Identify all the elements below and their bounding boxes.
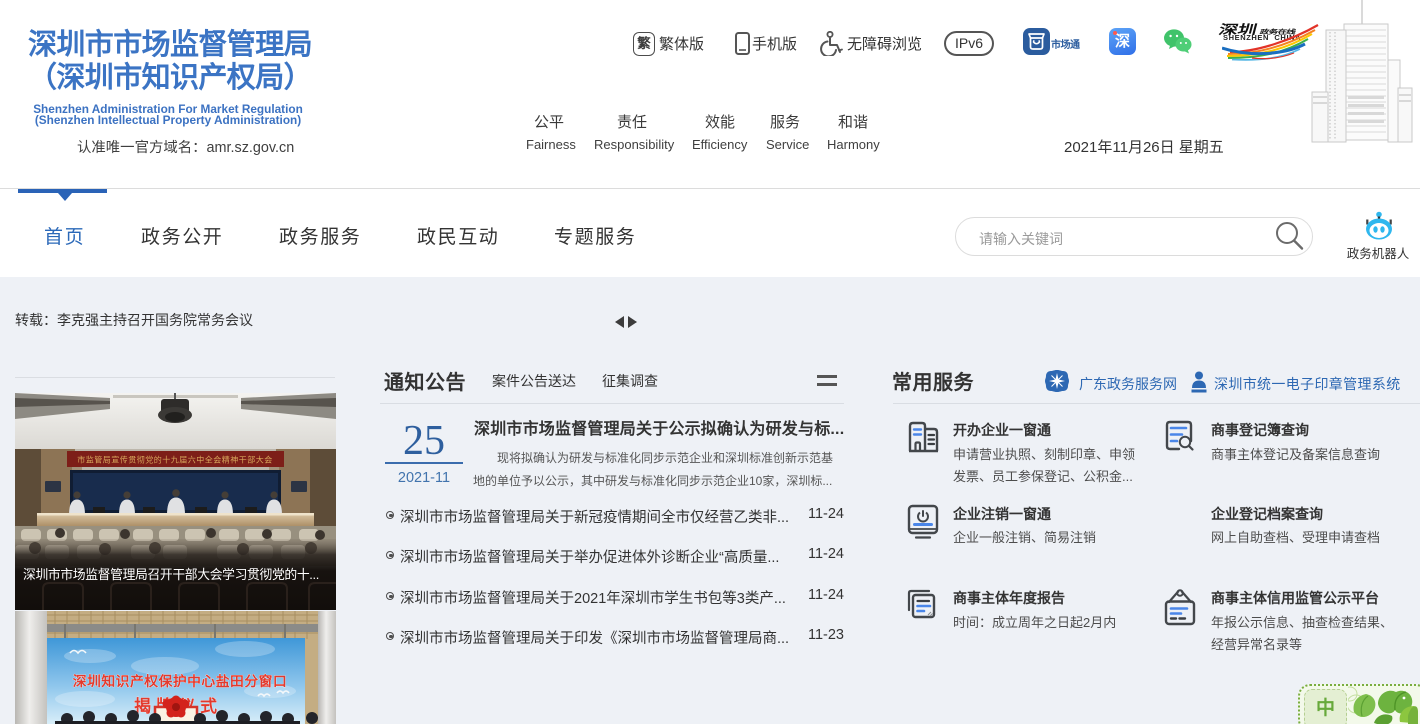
svg-text:市监管局宣传贯彻党的十九届六中全会精神干部大会: 市监管局宣传贯彻党的十九届六中全会精神干部大会 bbox=[77, 455, 273, 465]
svg-text:深圳市市场监督管理局召开干部大会学习贯彻党的十...: 深圳市市场监督管理局召开干部大会学习贯彻党的十... bbox=[23, 567, 319, 582]
svg-text:深圳知识产权保护中心盐田分窗口: 深圳知识产权保护中心盐田分窗口 bbox=[73, 673, 287, 689]
